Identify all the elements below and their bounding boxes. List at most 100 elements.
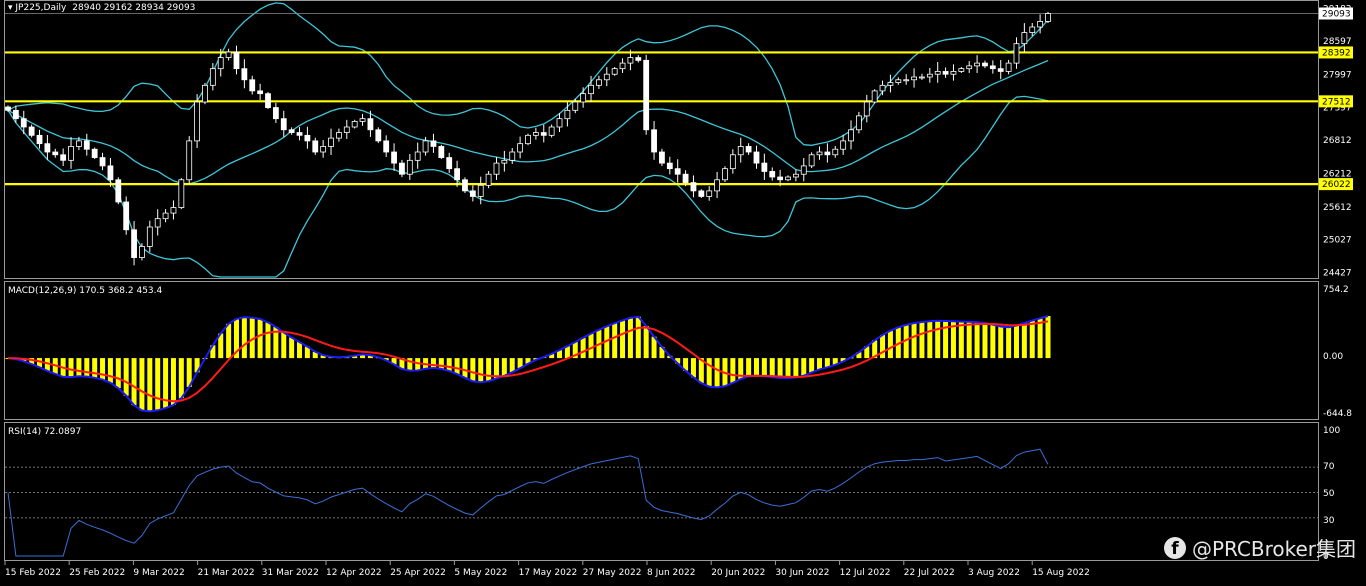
bull-candle xyxy=(903,79,910,82)
macd-histogram-bar xyxy=(753,358,759,376)
bull-candle xyxy=(714,179,720,192)
bear-candle xyxy=(469,190,476,197)
bull-candle xyxy=(532,132,539,136)
macd-histogram-bar xyxy=(887,330,893,359)
bull-candle xyxy=(414,151,421,161)
bull-candle xyxy=(808,154,815,167)
macd-histogram-bar xyxy=(76,358,82,377)
bull-candle xyxy=(895,79,902,83)
bear-candle xyxy=(454,168,460,181)
date-label: 21 Mar 2022 xyxy=(198,568,255,578)
bear-candle xyxy=(462,179,468,192)
macd-chart xyxy=(5,315,1051,413)
macd-histogram-bar xyxy=(289,337,295,359)
facebook-icon: f xyxy=(1163,536,1186,559)
macd-histogram-bar xyxy=(226,323,232,359)
macd-histogram-bar xyxy=(730,358,736,383)
bull-candle xyxy=(863,101,870,117)
bull-candle xyxy=(493,162,500,175)
macd-histogram-bar xyxy=(454,358,460,375)
macd-histogram-bar xyxy=(620,320,626,359)
date-label: 15 Feb 2022 xyxy=(5,568,61,578)
bull-candle xyxy=(1013,43,1020,64)
bull-candle xyxy=(76,140,82,147)
bull-candle xyxy=(217,57,224,70)
bear-candle xyxy=(123,201,130,231)
macd-histogram-bar xyxy=(706,358,712,387)
price-tag-text: 28392 xyxy=(1322,48,1351,58)
price-axis-label: 25612 xyxy=(1323,203,1352,213)
bear-candle xyxy=(312,140,319,153)
bull-candle xyxy=(1045,13,1051,22)
bull-candle xyxy=(525,134,531,145)
bear-candle xyxy=(690,182,697,192)
bull-candle xyxy=(1029,26,1036,33)
macd-histogram-bar xyxy=(817,358,823,370)
macd-histogram-bar xyxy=(115,358,121,389)
macd-histogram-bar xyxy=(1013,325,1019,359)
bear-candle xyxy=(304,134,311,142)
macd-histogram-bar xyxy=(1029,320,1035,359)
macd-histogram-bar xyxy=(438,358,444,369)
macd-axis-zero: 0.00 xyxy=(1323,352,1343,362)
bull-candle xyxy=(548,126,555,136)
bear-candle xyxy=(674,168,681,175)
bull-candle xyxy=(800,165,807,175)
macd-histogram-bar xyxy=(430,358,436,369)
bear-candle xyxy=(5,106,11,111)
bull-candle xyxy=(958,68,965,72)
bollinger-upper-line xyxy=(7,2,1049,146)
bull-candle xyxy=(320,146,327,153)
bear-candle xyxy=(824,151,831,156)
macd-histogram-bar xyxy=(919,322,925,359)
macd-histogram-bar xyxy=(1037,318,1043,359)
bull-candle xyxy=(737,146,744,156)
bear-candle xyxy=(982,62,988,67)
macd-histogram-bar xyxy=(580,337,586,359)
bear-candle xyxy=(257,90,264,95)
bear-candle xyxy=(446,157,453,170)
collapse-arrow-icon[interactable]: ▾ xyxy=(8,3,15,13)
rsi-panel-frame xyxy=(4,422,1319,561)
ohlc-values: 28940 29162 28934 29093 xyxy=(72,3,195,13)
price-tag-text: 27512 xyxy=(1322,97,1351,107)
date-label: 25 Apr 2022 xyxy=(390,568,446,578)
bear-candle xyxy=(233,51,240,70)
date-label: 25 Feb 2022 xyxy=(69,568,125,578)
macd-histogram-bar xyxy=(147,358,153,412)
bull-candle xyxy=(966,65,973,70)
bear-candle xyxy=(131,229,137,258)
date-label: 12 Apr 2022 xyxy=(326,568,382,578)
chart-canvas[interactable]: 2918228597279972739726812262122561225027… xyxy=(0,0,1366,586)
macd-histogram-bar xyxy=(801,358,807,376)
price-chart xyxy=(5,2,1318,278)
bull-candle xyxy=(477,184,484,197)
bull-candle xyxy=(1021,32,1028,45)
macd-histogram-bar xyxy=(470,358,476,382)
bear-candle xyxy=(99,157,106,167)
bear-candle xyxy=(20,118,27,128)
macd-histogram-bar xyxy=(281,332,287,359)
macd-histogram-bar xyxy=(746,358,752,377)
bear-candle xyxy=(36,134,43,145)
macd-histogram-bar xyxy=(982,323,988,359)
macd-histogram-bar xyxy=(170,358,176,405)
macd-histogram-bar xyxy=(793,358,799,378)
bull-candle xyxy=(422,140,429,153)
rsi-line xyxy=(7,448,1049,557)
bear-candle xyxy=(635,57,642,61)
bear-candle xyxy=(375,129,382,142)
macd-histogram-bar xyxy=(241,317,247,359)
bear-candle xyxy=(383,140,390,153)
macd-histogram-bar xyxy=(966,321,972,359)
macd-histogram-bar xyxy=(462,358,468,378)
bull-candle xyxy=(974,62,980,67)
bear-candle xyxy=(540,132,547,136)
macd-histogram-bar xyxy=(714,358,720,388)
bull-candle xyxy=(722,168,728,181)
bear-candle xyxy=(761,162,768,172)
bear-candle xyxy=(52,151,59,156)
bull-candle xyxy=(336,132,342,139)
bear-candle xyxy=(83,140,90,150)
bear-candle xyxy=(60,154,67,161)
